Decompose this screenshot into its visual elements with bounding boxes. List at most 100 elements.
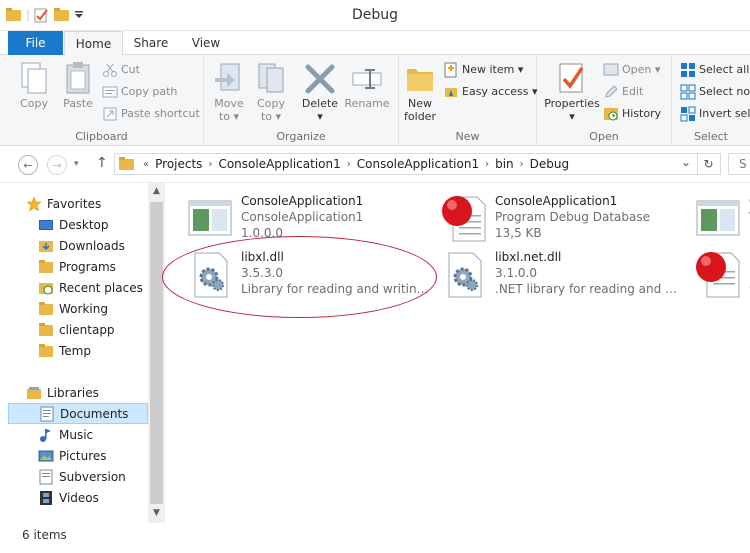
properties-label: Properties bbox=[544, 97, 600, 110]
tab-share[interactable]: Share bbox=[124, 31, 178, 55]
nav-videos[interactable]: Videos bbox=[38, 487, 99, 508]
nav-subversion[interactable]: Subversion bbox=[38, 466, 126, 487]
nav-working[interactable]: Working bbox=[38, 298, 108, 319]
nav-libraries[interactable]: Libraries bbox=[26, 382, 99, 403]
delete-button[interactable]: Delete ▾ bbox=[300, 61, 340, 123]
tab-home[interactable]: Home bbox=[64, 31, 123, 56]
scroll-down-arrow-icon[interactable]: ▼ bbox=[148, 505, 165, 522]
tab-file[interactable]: File bbox=[8, 31, 63, 55]
select-all-label: Select all bbox=[699, 63, 750, 76]
open-group-label: Open bbox=[589, 130, 619, 143]
breadcrumb-consoleapplication1-solution[interactable]: ConsoleApplication1 bbox=[214, 157, 344, 171]
file-item[interactable]: l F 9 bbox=[693, 249, 750, 303]
select-all-button[interactable]: Select all bbox=[680, 60, 749, 80]
file-version: 3.5.3.0 bbox=[241, 266, 283, 280]
breadcrumb-separator: › bbox=[346, 158, 351, 170]
paste-shortcut-button[interactable]: Paste shortcut bbox=[102, 104, 200, 124]
edit-button[interactable]: Edit bbox=[603, 82, 643, 102]
history-label: History bbox=[622, 107, 662, 120]
new-item-icon bbox=[444, 62, 457, 78]
nav-downloads[interactable]: Downloads bbox=[38, 235, 125, 256]
nav-temp[interactable]: Temp bbox=[38, 340, 91, 361]
paste-shortcut-label: Paste shortcut bbox=[121, 107, 200, 120]
new-group: New folder New item ▾ Easy access ▾ New bbox=[399, 55, 538, 146]
paste-button[interactable]: Paste bbox=[58, 61, 98, 110]
move-to-button[interactable]: Move to ▾ bbox=[210, 61, 248, 123]
open-button[interactable]: Open ▾ bbox=[603, 60, 660, 80]
rename-button[interactable]: Rename bbox=[344, 61, 390, 110]
file-item[interactable]: ConsoleApplication1 Program Debug Databa… bbox=[439, 193, 689, 247]
paste-icon bbox=[66, 62, 90, 94]
nav-music[interactable]: Music bbox=[38, 424, 93, 445]
new-folder-icon bbox=[407, 69, 433, 91]
open-label: Open ▾ bbox=[622, 63, 661, 76]
search-input[interactable]: S bbox=[728, 153, 750, 175]
file-description: ConsoleApplication1 bbox=[241, 210, 364, 224]
scroll-thumb[interactable] bbox=[150, 202, 163, 504]
nav-libraries-label: Libraries bbox=[47, 385, 99, 400]
breadcrumb-debug[interactable]: Debug bbox=[526, 157, 573, 171]
application-icon bbox=[188, 200, 232, 236]
copy-to-button[interactable]: Copy to ▾ bbox=[252, 61, 290, 123]
nav-pictures[interactable]: Pictures bbox=[38, 445, 107, 466]
file-item[interactable]: libxl.net.dll 3.1.0.0 .NET library for r… bbox=[439, 249, 689, 303]
address-bar[interactable]: « Projects › ConsoleApplication1 › Conso… bbox=[114, 153, 698, 175]
window-title: Debug bbox=[351, 7, 399, 23]
invert-selection-icon bbox=[680, 106, 696, 122]
copy-icon bbox=[21, 62, 47, 94]
properties-button[interactable]: Properties ▾ bbox=[541, 61, 603, 123]
nav-favorites[interactable]: Favorites bbox=[26, 193, 101, 214]
forward-button[interactable]: → bbox=[47, 155, 67, 175]
libraries-icon bbox=[27, 386, 41, 399]
nav-recent-places[interactable]: Recent places bbox=[38, 277, 143, 298]
scroll-up-arrow-icon[interactable]: ▲ bbox=[148, 183, 165, 200]
status-bar: 6 items bbox=[0, 523, 750, 553]
cut-button[interactable]: Cut bbox=[102, 60, 140, 80]
pdb-icon bbox=[442, 196, 486, 242]
nav-music-label: Music bbox=[59, 427, 94, 442]
refresh-button[interactable]: ↻ bbox=[697, 153, 721, 175]
recent-locations-icon[interactable]: ▾ bbox=[74, 159, 79, 169]
nav-favorites-label: Favorites bbox=[47, 196, 102, 211]
copy-button[interactable]: Copy bbox=[14, 61, 54, 110]
select-none-button[interactable]: Select nor bbox=[680, 82, 750, 102]
new-item-button[interactable]: New item ▾ bbox=[443, 60, 523, 80]
breadcrumb-separator: › bbox=[208, 158, 213, 170]
breadcrumb-bin[interactable]: bin bbox=[491, 157, 518, 171]
breadcrumb-overflow[interactable]: « bbox=[141, 159, 151, 170]
easy-access-button[interactable]: Easy access ▾ bbox=[443, 82, 538, 102]
file-name: ConsoleApplication1 bbox=[241, 194, 364, 208]
rename-label: Rename bbox=[344, 97, 390, 110]
new-folder-button[interactable]: New folder bbox=[401, 61, 439, 123]
copy-path-button[interactable]: Copy path bbox=[102, 82, 177, 102]
nav-pictures-label: Pictures bbox=[59, 448, 107, 463]
breadcrumb-consoleapplication1-project[interactable]: ConsoleApplication1 bbox=[353, 157, 483, 171]
nav-programs[interactable]: Programs bbox=[38, 256, 116, 277]
history-button[interactable]: History bbox=[603, 104, 661, 124]
address-dropdown-icon[interactable]: ⌄ bbox=[681, 155, 691, 169]
nav-clientapp[interactable]: clientapp bbox=[38, 319, 115, 340]
invert-selection-button[interactable]: Invert sele bbox=[680, 104, 750, 124]
open-group: Properties ▾ Open ▾ Edit History Open bbox=[537, 55, 672, 146]
properties-label-2: ▾ bbox=[569, 110, 575, 123]
pictures-icon bbox=[38, 450, 54, 461]
file-description: Library for reading and writing Ex... bbox=[241, 282, 429, 296]
nav-desktop[interactable]: Desktop bbox=[38, 214, 109, 235]
breadcrumb-projects[interactable]: Projects bbox=[151, 157, 206, 171]
ribbon-tabs: File Home Share View bbox=[0, 31, 750, 56]
up-button[interactable]: ↑ bbox=[96, 155, 108, 171]
nav-pane-scrollbar[interactable]: ▲ ▼ bbox=[148, 183, 165, 523]
file-item[interactable]: ConsoleApplication1 ConsoleApplication1 … bbox=[185, 193, 425, 247]
copy-to-label: Copy bbox=[257, 97, 285, 110]
copy-to-icon bbox=[258, 63, 284, 93]
file-item[interactable]: libxl.dll 3.5.3.0 Library for reading an… bbox=[185, 249, 430, 303]
file-item[interactable]: C V M bbox=[693, 193, 750, 247]
nav-documents[interactable]: Documents bbox=[8, 403, 148, 424]
back-button[interactable]: ← bbox=[18, 155, 38, 175]
title-bar: | Debug bbox=[0, 0, 750, 31]
tab-view[interactable]: View bbox=[180, 31, 232, 55]
organize-group-label: Organize bbox=[276, 130, 326, 143]
nav-documents-label: Documents bbox=[60, 406, 129, 421]
invert-selection-label: Invert sele bbox=[699, 107, 750, 120]
nav-subversion-label: Subversion bbox=[59, 469, 126, 484]
